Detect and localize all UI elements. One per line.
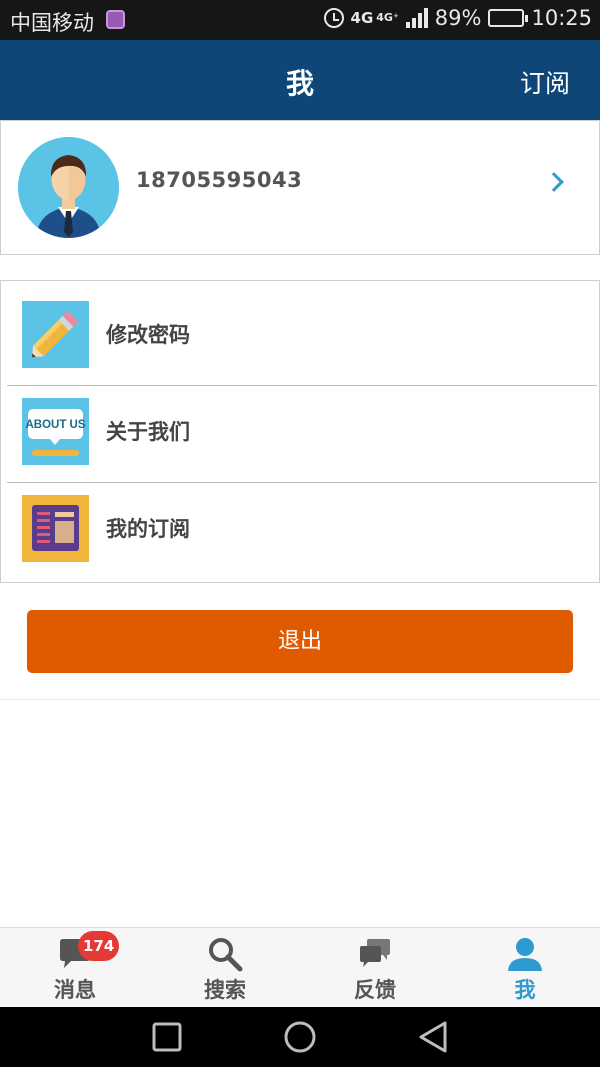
tab-label: 反馈 <box>354 978 396 1002</box>
alarm-icon <box>323 8 344 28</box>
tab-label: 消息 <box>54 978 96 1002</box>
home-button[interactable] <box>284 1021 316 1053</box>
unread-badge: 174 <box>78 931 120 961</box>
bottom-tab-bar: 174 消息 搜索 反馈 我 <box>0 927 600 1007</box>
pencil-icon <box>22 301 89 368</box>
status-indicators: 4G 4G⁺ 89% 10:25 <box>323 6 592 30</box>
menu-item-change-password[interactable]: 修改密码 <box>1 281 599 381</box>
tab-label: 我 <box>514 978 536 1002</box>
back-button[interactable] <box>419 1021 447 1053</box>
feedback-icon <box>360 939 390 967</box>
network-type: 4G <box>350 9 374 27</box>
signal-icon <box>405 8 428 28</box>
clock: 10:25 <box>531 6 592 30</box>
menu-item-label: 关于我们 <box>106 420 190 444</box>
network-type-secondary: 4G⁺ <box>376 11 399 24</box>
logout-section: 退出 <box>0 584 600 700</box>
recents-button[interactable] <box>152 1022 182 1052</box>
carrier-name: 中国移动 <box>10 11 94 35</box>
battery-percent: 89% <box>434 6 482 30</box>
tab-messages[interactable]: 174 消息 <box>0 928 150 1008</box>
tab-feedback[interactable]: 反馈 <box>300 928 450 1008</box>
app-header: 我 订阅 <box>0 40 600 120</box>
subscription-icon <box>22 495 89 562</box>
user-phone-number: 18705595043 <box>136 168 303 192</box>
subscribe-button[interactable]: 订阅 <box>520 64 570 100</box>
menu-item-label: 我的订阅 <box>106 517 190 541</box>
profile-row[interactable]: 18705595043 <box>0 120 600 255</box>
search-icon <box>209 938 243 972</box>
status-bar: 中国移动 4G 4G⁺ 89% 10:25 <box>0 0 600 40</box>
chevron-right-icon <box>544 172 564 192</box>
menu-item-my-subscriptions[interactable]: 我的订阅 <box>1 475 599 575</box>
page-title: 我 <box>285 67 314 100</box>
about-us-icon-text: ABOUT US <box>25 419 85 431</box>
logout-button[interactable]: 退出 <box>27 610 573 673</box>
system-nav-bar <box>0 1007 600 1067</box>
user-avatar-icon <box>18 137 119 238</box>
battery-icon <box>488 9 529 27</box>
tab-label: 搜索 <box>204 978 246 1002</box>
menu-item-about-us[interactable]: ABOUT US 关于我们 <box>1 378 599 478</box>
tab-me[interactable]: 我 <box>450 928 600 1008</box>
tab-search[interactable]: 搜索 <box>150 928 300 1008</box>
menu-item-label: 修改密码 <box>106 323 190 347</box>
settings-menu: 修改密码 ABOUT US 关于我们 我的订阅 <box>0 280 600 583</box>
user-icon <box>508 938 542 971</box>
about-us-icon: ABOUT US <box>22 398 89 465</box>
sim-icon <box>106 10 125 29</box>
